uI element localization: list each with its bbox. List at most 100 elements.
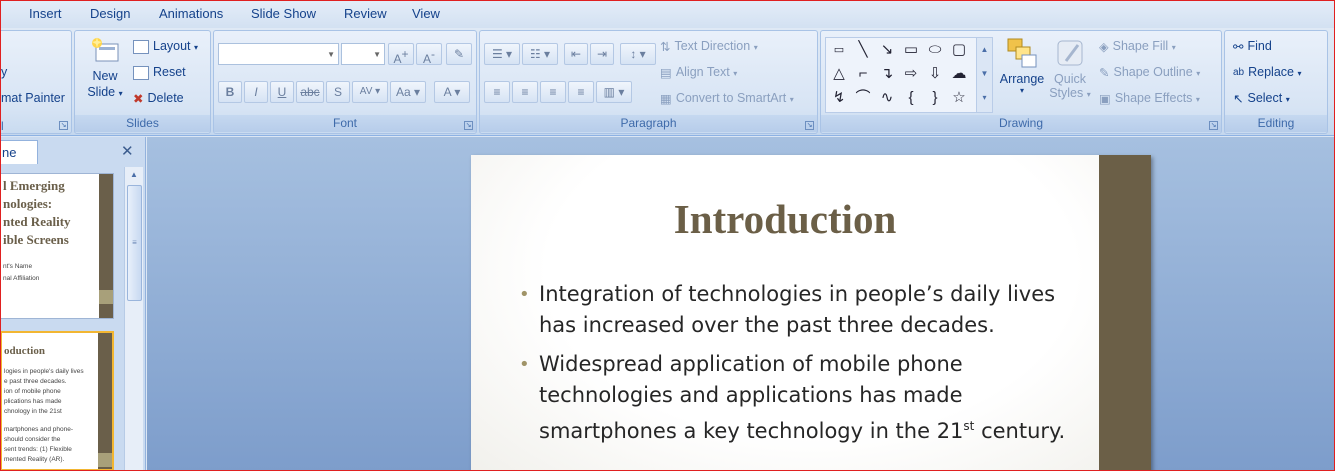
left-brace-icon[interactable]: { [901, 88, 921, 108]
slide-thumbnail-1[interactable]: l Emerging nologies: nted Reality ible S… [0, 173, 114, 319]
chevron-down-icon: ▼ [373, 50, 381, 59]
reset-button[interactable]: Reset [133, 65, 186, 80]
shape-outline-label: Shape Outline [1113, 65, 1193, 79]
curve-shape-icon[interactable]: ∿ [877, 88, 897, 108]
editing-group: ⚯ Find ab Replace ▾ ↖ Select ▾ Editing [1224, 30, 1328, 134]
font-color-button[interactable]: A ▾ [434, 81, 470, 103]
shape-fill-button[interactable]: ◈ Shape Fill ▾ [1099, 39, 1176, 54]
paragraph-group-label: Paragraph [480, 115, 817, 132]
font-launcher-icon[interactable]: ↘ [464, 121, 473, 130]
bold-button[interactable]: B [218, 81, 242, 103]
align-left-button[interactable]: ≡ [484, 81, 510, 103]
close-icon[interactable]: ✕ [121, 142, 134, 160]
change-case-button[interactable]: Aa ▾ [390, 81, 426, 103]
layout-button[interactable]: Layout ▾ [133, 39, 198, 54]
elbow-connector-icon[interactable]: ⌐ [853, 64, 873, 84]
arc-shape-icon[interactable]: ⌒ [853, 88, 873, 108]
font-size-field[interactable]: ▼ [341, 43, 385, 65]
line-shape-icon[interactable]: ╲ [853, 40, 873, 60]
pen-icon: ✎ [1099, 66, 1110, 81]
elbow-arrow-icon[interactable]: ↴ [877, 64, 897, 84]
new-slide-label: New [92, 69, 118, 83]
textbox-shape-icon[interactable]: ▭ [829, 40, 849, 60]
drawing-launcher-icon[interactable]: ↘ [1209, 121, 1218, 130]
tab-insert[interactable]: Insert [29, 6, 62, 21]
slide-thumbnail-2[interactable]: oduction logies in people's daily lives … [0, 331, 114, 471]
triangle-shape-icon[interactable]: △ [829, 64, 849, 84]
select-button[interactable]: ↖ Select ▾ [1233, 91, 1290, 106]
pane-scrollbar[interactable]: ▲ ≡ [124, 167, 143, 471]
drawing-group-label: Drawing [821, 115, 1221, 132]
shape-effects-icon: ▣ [1099, 92, 1111, 107]
layout-icon [133, 39, 149, 54]
right-brace-icon[interactable]: } [925, 88, 945, 108]
shape-outline-button[interactable]: ✎ Shape Outline ▾ [1099, 65, 1200, 80]
clipboard-launcher-icon[interactable]: ↘ [59, 121, 68, 130]
clear-formatting-button[interactable]: ✎ [446, 43, 472, 65]
slide-bullet[interactable]: • Widespread application of mobile phone… [519, 349, 1079, 447]
delete-label: Delete [147, 91, 184, 105]
align-text-button[interactable]: ▤ Align Text ▾ [660, 65, 737, 80]
scroll-up-icon[interactable]: ▲ [126, 167, 142, 183]
arrow-line-shape-icon[interactable]: ↘ [877, 40, 897, 60]
quick-styles-button[interactable]: Quick Styles ▾ [1047, 37, 1093, 100]
columns-button[interactable]: ▥ ▾ [596, 81, 632, 103]
outline-tab[interactable]: ne [0, 140, 38, 164]
bullets-button[interactable]: ☰ ▾ [484, 43, 520, 65]
rectangle-shape-icon[interactable]: ▭ [901, 40, 921, 60]
text-direction-label: Text Direction [674, 39, 751, 53]
tab-slide-show[interactable]: Slide Show [251, 6, 316, 21]
convert-smartart-button[interactable]: ▦ Convert to SmartArt ▾ [660, 91, 794, 106]
grow-font-button[interactable]: A+ [388, 43, 414, 66]
shrink-font-button[interactable]: A- [416, 43, 442, 66]
smartart-icon: ▦ [660, 92, 672, 107]
increase-indent-button[interactable]: ⇥ [590, 43, 614, 65]
scroll-thumb[interactable]: ≡ [127, 185, 142, 301]
character-spacing-button[interactable]: AV ▾ [352, 81, 388, 103]
slide-bullet[interactable]: • Integration of technologies in people’… [519, 279, 1079, 341]
font-name-field[interactable]: ▼ [218, 43, 339, 65]
tab-review[interactable]: Review [344, 6, 387, 21]
strikethrough-button[interactable]: abc [296, 81, 324, 103]
find-button[interactable]: ⚯ Find [1233, 39, 1272, 54]
tab-design[interactable]: Design [90, 6, 130, 21]
replace-label: Replace [1248, 65, 1294, 79]
format-painter-button[interactable]: mat Painter [1, 91, 65, 105]
shadow-button[interactable]: S [326, 81, 350, 103]
thumb1-subtitle: nt's Name [3, 263, 33, 270]
slide-title[interactable]: Introduction [471, 195, 1099, 243]
align-right-button[interactable]: ≡ [540, 81, 566, 103]
text-direction-button[interactable]: ⇅ Text Direction ▾ [660, 39, 758, 54]
tab-animations[interactable]: Animations [159, 6, 223, 21]
rounded-rect-shape-icon[interactable]: ▢ [949, 40, 969, 60]
star-shape-icon[interactable]: ☆ [949, 88, 969, 108]
right-arrow-shape-icon[interactable]: ⇨ [901, 64, 921, 84]
justify-button[interactable]: ≡ [568, 81, 594, 103]
thumb1-title-line: nologies: [3, 196, 53, 211]
numbering-button[interactable]: ☷ ▾ [522, 43, 558, 65]
decrease-indent-button[interactable]: ⇤ [564, 43, 588, 65]
underline-button[interactable]: U [270, 81, 294, 103]
cursor-icon: ↖ [1233, 92, 1244, 107]
italic-button[interactable]: I [244, 81, 268, 103]
callout-shape-icon[interactable]: ☁ [949, 64, 969, 84]
replace-button[interactable]: ab Replace ▾ [1233, 65, 1302, 79]
new-slide-button[interactable]: New Slide ▾ [83, 37, 127, 111]
thumb2-text-line: e past three decades. [4, 378, 67, 385]
clipboard-partial-item[interactable]: y [1, 65, 7, 79]
line-spacing-button[interactable]: ↕ ▾ [620, 43, 656, 65]
gallery-scroll[interactable]: ▲ ▼ ▾ [976, 38, 992, 112]
down-arrow-shape-icon[interactable]: ⇩ [925, 64, 945, 84]
shapes-gallery[interactable]: ▭ ╲ ↘ ▭ ⬭ ▢ △ ⌐ ↴ ⇨ ⇩ ☁ ↯ ⌒ ∿ { } ☆ ▲ ▼ ▾ [825, 37, 993, 113]
oval-shape-icon[interactable]: ⬭ [925, 40, 945, 60]
paragraph-launcher-icon[interactable]: ↘ [805, 121, 814, 130]
tab-view[interactable]: View [412, 6, 440, 21]
freeform-shape-icon[interactable]: ↯ [829, 88, 849, 108]
arrange-button[interactable]: Arrange ▾ [997, 37, 1047, 95]
shape-effects-button[interactable]: ▣ Shape Effects ▾ [1099, 91, 1200, 106]
delete-button[interactable]: ✖ Delete [133, 91, 184, 106]
slide-canvas[interactable]: Introduction • Integration of technologi… [471, 155, 1151, 471]
slides-group: New Slide ▾ Layout ▾ Reset ✖ Delete Slides [74, 30, 211, 134]
align-center-button[interactable]: ≡ [512, 81, 538, 103]
thumb2-side-bar [98, 333, 112, 469]
